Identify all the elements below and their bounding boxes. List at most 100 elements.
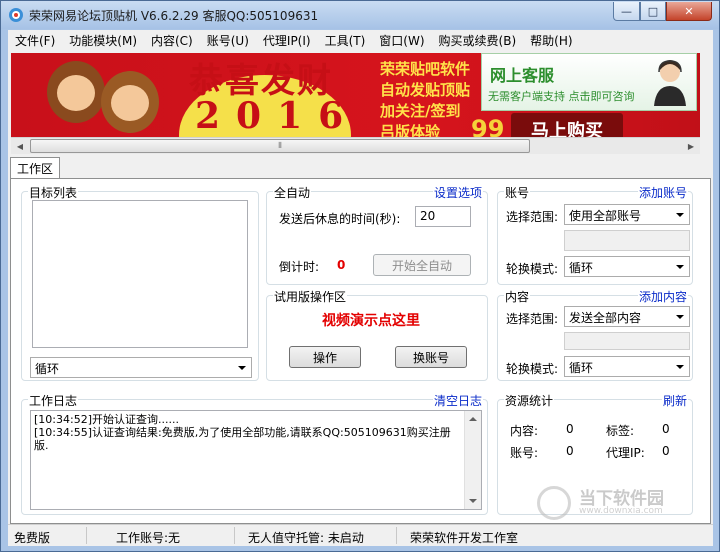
tab-area: 工作区 目标列表 循环 全自动 设置选项 发送后休息的时间(秒): 20 倒计时…: [8, 154, 713, 524]
log-line: [10:34:52]开始认证查询......: [34, 413, 179, 426]
watermark-url: www.downxia.com: [579, 506, 663, 516]
chevron-down-icon: [238, 366, 246, 370]
content-group: 内容 添加内容 选择范围: 发送全部内容 轮换模式: 循环: [497, 288, 693, 381]
close-icon: ✕: [684, 4, 694, 18]
minimize-icon: —: [621, 4, 632, 18]
menu-bar: 文件(F) 功能模块(M) 内容(C) 账号(U) 代理IP(I) 工具(T) …: [8, 30, 713, 51]
auto-title: 全自动: [273, 184, 312, 201]
menu-file[interactable]: 文件(F): [8, 32, 62, 49]
content-rotate-value: 循环: [569, 361, 594, 375]
status-edition: 免费版: [14, 531, 51, 545]
account-group: 账号 添加账号 选择范围: 使用全部账号 轮换模式: 循环: [497, 184, 693, 285]
stat-proxy-value: 0: [662, 444, 670, 458]
monkey-mascot-left: [47, 61, 105, 123]
account-title: 账号: [504, 184, 531, 201]
site-watermark: 当下软件园 www.downxia.com: [537, 484, 705, 524]
menu-proxy[interactable]: 代理IP(I): [256, 32, 318, 49]
log-line: [10:34:55]认证查询结果:免费版,为了使用全部功能,请联系QQ:5051…: [34, 426, 451, 452]
trial-title: 试用版操作区: [273, 288, 348, 305]
promo-line: 自动发贴顶贴: [380, 81, 471, 99]
tab-workspace[interactable]: 工作区: [10, 157, 60, 179]
video-demo-link[interactable]: 视频演示点这里: [322, 310, 420, 330]
worklog-textarea[interactable]: [10:34:52]开始认证查询...... [10:34:55]认证查询结果:…: [30, 410, 482, 510]
rest-time-value: 20: [420, 209, 436, 223]
account-detail-field: [564, 230, 690, 251]
switch-account-button[interactable]: 换账号: [395, 346, 467, 368]
content-title: 内容: [504, 288, 531, 305]
content-detail-field: [564, 332, 690, 350]
scroll-left-icon[interactable]: ◀: [12, 139, 28, 153]
status-work-account: 工作账号:无: [116, 531, 181, 545]
countdown-value: 0: [337, 258, 346, 272]
content-rotate-label: 轮换模式:: [506, 362, 559, 376]
account-rotate-select[interactable]: 循环: [564, 256, 690, 277]
target-mode-select[interactable]: 循环: [30, 357, 252, 378]
account-scope-label: 选择范围:: [506, 210, 559, 224]
target-list-title: 目标列表: [28, 184, 79, 201]
banner-area: 恭喜发财 2016 荣荣贴吧软件 自动发贴顶贴 加关注/签到 吕版体验 99 马…: [8, 51, 713, 154]
chevron-down-icon: [676, 265, 684, 269]
content-scope-select[interactable]: 发送全部内容: [564, 306, 690, 327]
scroll-up-icon[interactable]: [469, 417, 477, 421]
stat-tag-label: 标签:: [606, 424, 635, 438]
status-studio: 荣荣软件开发工作室: [410, 531, 519, 545]
rest-time-input[interactable]: 20: [415, 206, 471, 227]
banner-scrollbar[interactable]: ◀ ⦀ ▶: [11, 137, 700, 154]
log-scrollbar[interactable]: [464, 411, 481, 509]
scroll-down-icon[interactable]: [469, 499, 477, 503]
clear-log-link[interactable]: 清空日志: [432, 392, 483, 409]
promo-line: 荣荣贴吧软件: [380, 60, 471, 78]
minimize-button[interactable]: —: [613, 2, 640, 21]
target-listbox[interactable]: [32, 200, 248, 348]
worklog-group: 工作日志 清空日志 [10:34:52]开始认证查询...... [10:34:…: [21, 392, 488, 515]
status-divider: [234, 527, 235, 544]
menu-content[interactable]: 内容(C): [144, 32, 200, 49]
refresh-link[interactable]: 刷新: [661, 392, 688, 409]
stat-tag-value: 0: [662, 422, 670, 436]
account-scope-select[interactable]: 使用全部账号: [564, 204, 690, 225]
close-button[interactable]: ✕: [666, 2, 712, 21]
menu-account[interactable]: 账号(U): [200, 32, 256, 49]
buy-now-button[interactable]: 马上购买: [511, 113, 623, 137]
stat-content-label: 内容:: [510, 424, 539, 438]
support-agent-icon: [654, 60, 686, 106]
operate-button[interactable]: 操作: [289, 346, 361, 368]
auto-group: 全自动 设置选项 发送后休息的时间(秒): 20 倒计时: 0 开始全自动: [266, 184, 488, 285]
account-rotate-value: 循环: [569, 261, 594, 275]
stat-content-value: 0: [566, 422, 574, 436]
ad-banner[interactable]: 恭喜发财 2016 荣荣贴吧软件 自动发贴顶贴 加关注/签到 吕版体验 99 马…: [11, 53, 700, 137]
menu-tools[interactable]: 工具(T): [318, 32, 373, 49]
maximize-button[interactable]: □: [640, 2, 666, 21]
menu-help[interactable]: 帮助(H): [523, 32, 579, 49]
online-service-box[interactable]: 网上客服 无需客户端支持 点击即可咨询: [481, 53, 697, 111]
start-auto-button[interactable]: 开始全自动: [373, 254, 471, 276]
trial-group: 试用版操作区 视频演示点这里 操作 换账号: [266, 288, 488, 381]
scroll-thumb[interactable]: ⦀: [30, 139, 530, 153]
add-content-link[interactable]: 添加内容: [637, 288, 688, 305]
app-window: 荣荣网易论坛顶贴机 V6.6.2.29 客服QQ:505109631 — □ ✕…: [0, 0, 720, 552]
content-rotate-select[interactable]: 循环: [564, 356, 690, 377]
content-scope-value: 发送全部内容: [569, 311, 642, 325]
account-scope-value: 使用全部账号: [569, 209, 642, 223]
status-unattended: 无人值守托管: 未启动: [248, 531, 364, 545]
menu-window[interactable]: 窗口(W): [372, 32, 431, 49]
price-text: 99: [471, 115, 505, 137]
add-account-link[interactable]: 添加账号: [637, 184, 688, 201]
status-divider: [86, 527, 87, 544]
monkey-mascot-right: [101, 71, 159, 133]
app-icon: [9, 8, 23, 22]
title-bar[interactable]: 荣荣网易论坛顶贴机 V6.6.2.29 客服QQ:505109631 — □ ✕: [1, 1, 719, 29]
status-divider: [396, 527, 397, 544]
watermark-logo-icon: [537, 486, 571, 520]
service-title: 网上客服: [490, 66, 555, 85]
year-text: 2016: [195, 95, 360, 137]
target-mode-value: 循环: [35, 362, 60, 376]
chevron-down-icon: [676, 213, 684, 217]
menu-buy[interactable]: 购买或续费(B): [432, 32, 524, 49]
settings-link[interactable]: 设置选项: [432, 184, 483, 201]
scroll-right-icon[interactable]: ▶: [683, 139, 699, 153]
menu-modules[interactable]: 功能模块(M): [62, 32, 144, 49]
stat-account-label: 账号:: [510, 446, 539, 460]
workspace-panel: 目标列表 循环 全自动 设置选项 发送后休息的时间(秒): 20 倒计时: 0 …: [10, 178, 711, 524]
service-subtitle: 无需客户端支持 点击即可咨询: [488, 90, 635, 103]
